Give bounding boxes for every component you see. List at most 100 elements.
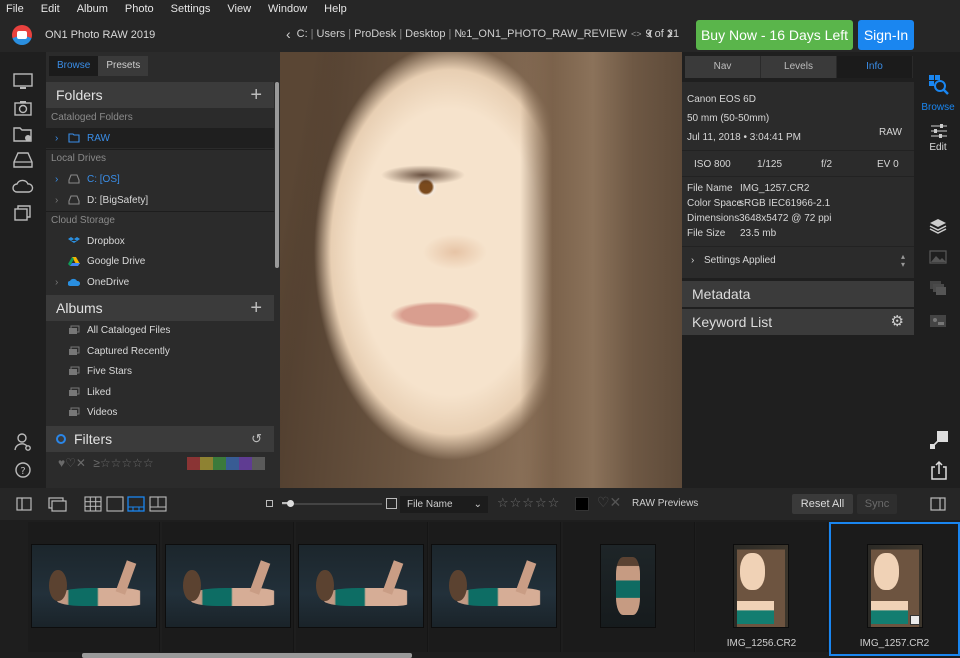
filmstrip-item[interactable]: IMG_1256.CR2 [696, 522, 828, 652]
cloud-icon[interactable] [12, 176, 34, 196]
metadata-header[interactable]: Metadata [682, 281, 914, 307]
filmstrip-item[interactable] [162, 522, 294, 652]
thumbnail-size-slider[interactable] [282, 500, 382, 507]
menu-help[interactable]: Help [324, 3, 347, 15]
album-item[interactable]: All Cataloged Files [46, 320, 274, 340]
folders-header[interactable]: Folders + [46, 82, 274, 108]
rating-filter-stars[interactable]: ☆☆☆☆☆ [100, 456, 154, 470]
toggle-right-panel-icon[interactable] [930, 496, 946, 512]
user-settings-icon[interactable] [12, 432, 34, 452]
portrait-icon[interactable] [929, 314, 947, 328]
gear-icon[interactable]: ⚙ [891, 309, 904, 335]
color-blue[interactable] [226, 457, 239, 470]
album-item[interactable]: Captured Recently [46, 341, 274, 361]
help-icon[interactable]: ? [12, 460, 34, 480]
liked-filter-icon[interactable]: ♥♡✕ [58, 456, 86, 470]
chevron-right-icon[interactable]: › [55, 277, 58, 288]
breadcrumb-item[interactable]: ProDesk [354, 28, 396, 40]
color-yellow[interactable] [200, 457, 213, 470]
filmstrip-item[interactable] [296, 522, 428, 652]
add-album-icon[interactable]: + [250, 297, 262, 320]
raw-previews-label[interactable]: RAW Previews [632, 498, 698, 509]
folder-item-raw[interactable]: › RAW [46, 128, 274, 148]
menu-file[interactable]: File [6, 3, 24, 15]
menu-album[interactable]: Album [77, 3, 108, 15]
menu-view[interactable]: View [227, 3, 251, 15]
sort-by-select[interactable]: File Name ⌄ [400, 496, 488, 513]
monitor-icon[interactable] [12, 72, 34, 92]
compare-view-icon[interactable] [149, 496, 167, 512]
filters-header[interactable]: Filters ↺ [46, 426, 274, 452]
menu-settings[interactable]: Settings [171, 3, 211, 15]
color-red[interactable] [187, 457, 200, 470]
sync-button[interactable]: Sync [857, 494, 897, 514]
tab-info[interactable]: Info [837, 56, 913, 78]
second-display-icon[interactable] [48, 496, 68, 512]
image-adjust-icon[interactable] [929, 250, 947, 264]
color-green[interactable] [213, 457, 226, 470]
color-label-swatch[interactable] [575, 497, 589, 511]
breadcrumb-item[interactable]: №1_ON1_PHOTO_RAW_REVIEW [454, 28, 627, 40]
breadcrumb-item[interactable]: Desktop [405, 28, 445, 40]
cloud-item-onedrive[interactable]: › OneDrive [46, 272, 274, 292]
color-purple[interactable] [239, 457, 252, 470]
drive-item-c[interactable]: › C: [OS] [46, 169, 274, 189]
menu-window[interactable]: Window [268, 3, 307, 15]
albums-header[interactable]: Albums + [46, 295, 274, 321]
compare-icon[interactable] [929, 280, 947, 296]
filmstrip-item[interactable] [28, 522, 160, 652]
thumb-size-small-icon[interactable] [266, 500, 273, 507]
toggle-left-panel-icon[interactable] [16, 496, 32, 512]
menu-photo[interactable]: Photo [125, 3, 154, 15]
tab-browse[interactable]: Browse [49, 56, 99, 76]
slider-handle[interactable] [287, 500, 294, 507]
share-icon[interactable] [930, 460, 948, 480]
color-none[interactable] [252, 457, 265, 470]
breadcrumb-item[interactable]: Users [317, 28, 346, 40]
drive-icon[interactable] [12, 150, 34, 170]
next-image-icon[interactable]: › [667, 23, 673, 44]
drive-item-d[interactable]: › D: [BigSafety] [46, 190, 274, 210]
settings-applied-row[interactable]: › Settings Applied ▴ ▾ [682, 250, 914, 274]
album-item[interactable]: Five Stars [46, 361, 274, 381]
add-folder-icon[interactable]: + [250, 84, 262, 107]
breadcrumb-item[interactable]: C: [297, 28, 308, 40]
folder-heart-icon[interactable] [12, 124, 34, 144]
sort-updown-icon[interactable]: ▴ ▾ [901, 253, 905, 269]
left-panel-scrollbar[interactable] [275, 82, 279, 268]
edit-module-button[interactable]: Edit [916, 122, 960, 158]
thumb-size-large-icon[interactable] [386, 498, 397, 509]
album-item[interactable]: Liked [46, 382, 274, 402]
expand-path-icon[interactable]: <> [631, 29, 642, 39]
keyword-list-header[interactable]: Keyword List ⚙ [682, 309, 914, 335]
filmstrip-item[interactable] [429, 522, 561, 652]
tab-nav[interactable]: Nav [685, 56, 761, 78]
stack-icon[interactable] [12, 202, 34, 222]
menu-edit[interactable]: Edit [41, 3, 60, 15]
previous-image-icon[interactable]: ‹ [647, 23, 653, 44]
buy-now-button[interactable]: Buy Now - 16 Days Left [696, 20, 853, 50]
chevron-right-icon[interactable]: › [55, 133, 58, 144]
detail-view-icon[interactable] [106, 496, 124, 512]
chevron-right-icon[interactable]: › [55, 174, 58, 185]
export-resize-icon[interactable] [929, 430, 949, 450]
sign-in-button[interactable]: Sign-In [858, 20, 914, 50]
album-item[interactable]: Videos [46, 402, 274, 422]
layers-icon[interactable] [929, 218, 947, 234]
reset-all-button[interactable]: Reset All [792, 494, 853, 514]
rating-stars[interactable]: ☆☆☆☆☆ [497, 495, 560, 511]
tab-presets[interactable]: Presets [98, 56, 149, 76]
filters-toggle-icon[interactable] [56, 434, 66, 444]
breadcrumb-back-icon[interactable]: ‹ [286, 27, 291, 41]
filmstrip-item-selected[interactable]: IMG_1257.CR2 [829, 522, 960, 656]
filmstrip-scrollbar[interactable] [82, 653, 412, 658]
rating-operator[interactable]: ≥ [93, 456, 100, 470]
grid-view-icon[interactable] [84, 496, 102, 512]
tab-levels[interactable]: Levels [761, 56, 837, 78]
photo-viewer[interactable] [280, 52, 682, 488]
cloud-item-dropbox[interactable]: Dropbox [46, 231, 274, 251]
chevron-right-icon[interactable]: › [55, 195, 58, 206]
cloud-item-google-drive[interactable]: Google Drive [46, 251, 274, 271]
filmstrip-view-icon[interactable] [127, 496, 145, 512]
like-reject-icon[interactable]: ♡✕ [597, 494, 621, 511]
